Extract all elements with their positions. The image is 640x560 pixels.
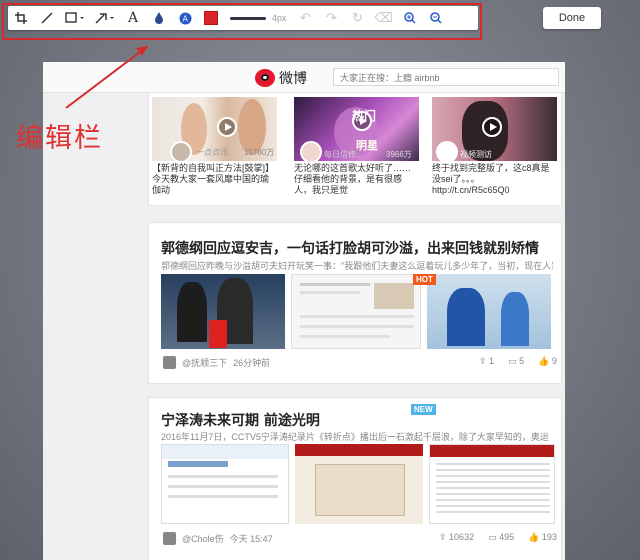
annotation-label: 编辑栏 [16, 123, 103, 154]
article-image[interactable] [429, 444, 555, 524]
like-button[interactable]: 👍 9 [538, 356, 557, 367]
author-name[interactable]: @Chole伤 [182, 532, 224, 545]
repost-button[interactable]: ⇪ 1 [479, 356, 494, 367]
video-snippet[interactable]: 无论哪的这首歌太好听了……仔细看他的背景，是有很感人，我只是觉 [294, 163, 419, 196]
article-title[interactable]: 郭德纲回应逗安吉，一句话打脸胡可沙溢，出来回钱就别矫情 [161, 238, 539, 258]
comment-button[interactable]: ▭ 495 [488, 532, 514, 543]
author-avatar[interactable] [163, 356, 176, 369]
article-card: 郭德纲回应逗安吉，一句话打脸胡可沙溢，出来回钱就别矫情 郭德纲回应昨晚与沙溢胡可… [148, 222, 562, 384]
article-meta: @抚顺三下 26分钟前 [163, 356, 270, 369]
play-icon[interactable] [217, 117, 237, 137]
video-channel: 视频测访 [460, 150, 492, 159]
post-time: 今天 15:47 [229, 534, 273, 544]
done-button[interactable]: Done [543, 7, 601, 29]
weibo-logo-text: 微博 [279, 71, 307, 87]
article-image[interactable] [161, 444, 289, 524]
article-stats: ⇪ 1 ▭ 5 👍 9 [479, 356, 557, 367]
video-snippet[interactable]: 【新背的自我叫正方法[鼓掌]】今天教大家一套风靡中国的瑜伽动 [152, 163, 277, 196]
avatar [300, 141, 322, 161]
article-image[interactable] [295, 444, 423, 524]
like-count: 193 [541, 532, 557, 542]
article-stats: ⇪ 10632 ▭ 495 👍 193 [439, 532, 557, 543]
search-placeholder: 大家正在搜：上瘾 airbnb [340, 72, 440, 83]
video-thumb-1[interactable]: 一点点讯 15780万 [152, 97, 277, 161]
annotation-rectangle [2, 3, 482, 40]
video-card: 一点点讯 15780万 【新背的自我叫正方法[鼓掌]】今天教大家一套风靡中国的瑜… [148, 92, 562, 206]
view-count: 3966万 [386, 150, 412, 159]
article-image[interactable] [427, 274, 551, 349]
like-count: 9 [551, 356, 557, 366]
article-summary: 2016年11月7日，CCTV5宁泽涛纪录片《转折点》播出后一石激起千层浪，除了… [161, 432, 549, 442]
article-image[interactable] [291, 274, 421, 349]
repost-count: 1 [489, 356, 495, 366]
avatar [170, 141, 192, 161]
like-button[interactable]: 👍 193 [528, 532, 557, 543]
hot-badge: HOT [413, 274, 436, 285]
view-count: 15780万 [244, 148, 275, 157]
new-badge: NEW [411, 404, 436, 415]
weibo-logo[interactable]: 微博 [255, 68, 307, 88]
comment-count: 495 [499, 532, 515, 542]
screenshot-canvas[interactable]: 微博 大家正在搜：上瘾 airbnb 一点点讯 15780万 【新背的自我叫正方… [43, 62, 565, 560]
article-meta: @Chole伤 今天 15:47 [163, 532, 273, 545]
video-thumb-2[interactable]: 热门 明星 每日信修... 3966万 [294, 97, 419, 161]
video-thumb-3[interactable]: 视频测访 [432, 97, 557, 161]
weibo-header: 微博 大家正在搜：上瘾 airbnb [43, 62, 565, 93]
author-avatar[interactable] [163, 532, 176, 545]
article-card: 宁泽涛未来可期 前途光明 NEW 2016年11月7日，CCTV5宁泽涛纪录片《… [148, 397, 562, 560]
comment-count: 5 [519, 356, 525, 366]
repost-button[interactable]: ⇪ 10632 [439, 532, 474, 543]
article-title[interactable]: 宁泽涛未来可期 前途光明 [161, 410, 320, 430]
search-input[interactable]: 大家正在搜：上瘾 airbnb [333, 68, 559, 86]
video-overlay-text: 热门 [352, 109, 377, 123]
video-channel: 一点点讯 [196, 148, 228, 157]
repost-count: 10632 [449, 532, 475, 542]
video-snippet[interactable]: 终于找到完整版了，这c8真是没sei了。。。 http://t.cn/R5c65… [432, 163, 557, 196]
video-channel: 每日信修... [324, 150, 363, 159]
post-time: 26分钟前 [233, 358, 271, 368]
author-name[interactable]: @抚顺三下 [182, 356, 227, 369]
article-image[interactable] [161, 274, 285, 349]
article-summary: 郭德纲回应昨晚与沙溢胡可夫妇开玩笑一事："我跟他们夫妻这么逗着玩儿多少年了，当初… [161, 261, 553, 271]
play-icon[interactable] [482, 117, 502, 137]
comment-button[interactable]: ▭ 5 [508, 356, 524, 367]
panda-avatar [436, 141, 458, 161]
weibo-eye-icon [255, 69, 275, 87]
